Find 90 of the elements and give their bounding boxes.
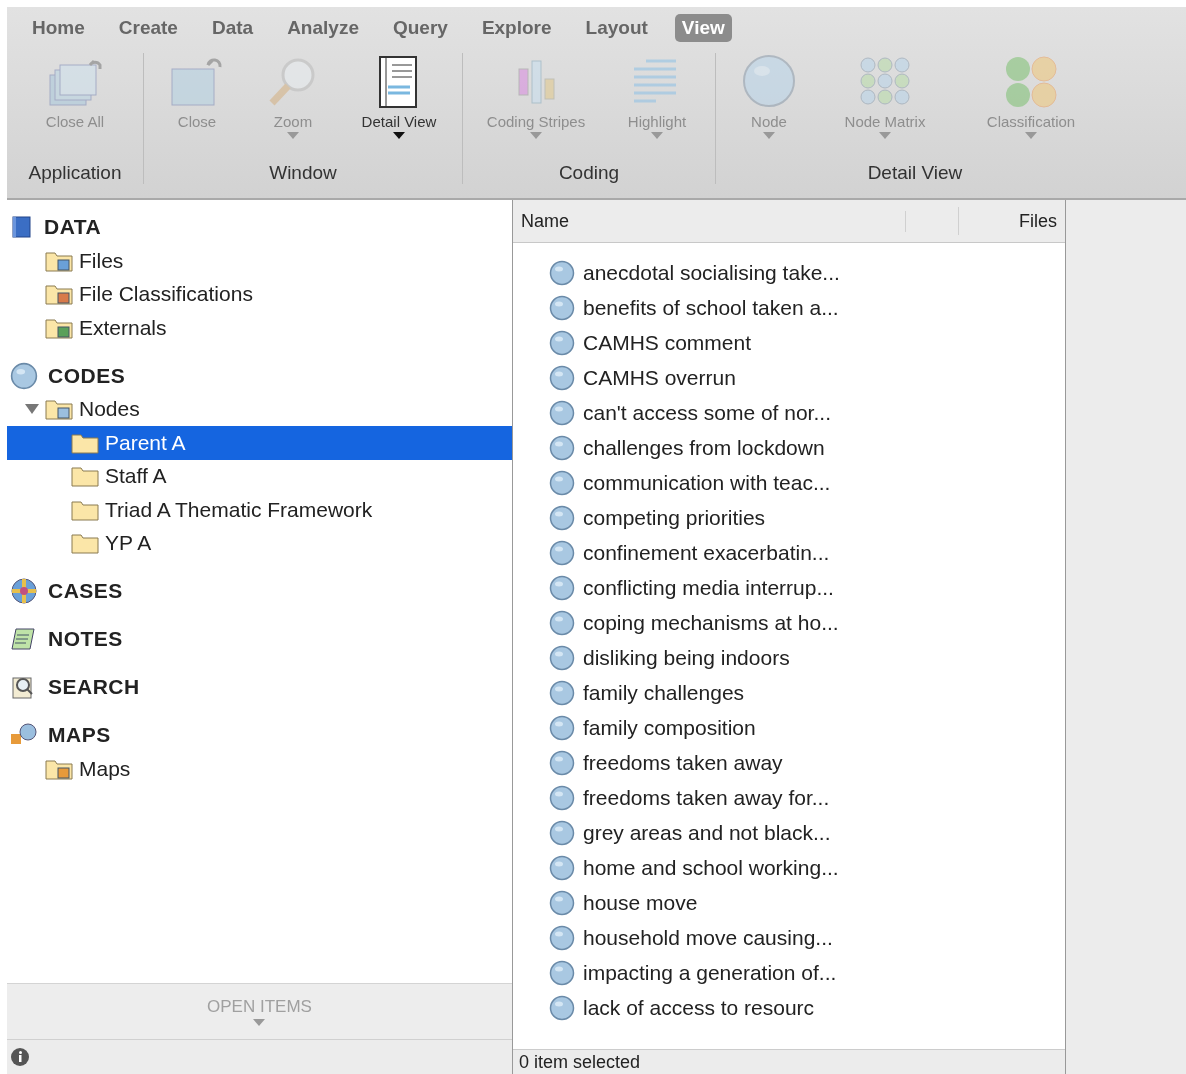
- node-icon: [549, 994, 575, 1021]
- case-icon: [10, 577, 38, 605]
- node-icon: [549, 469, 575, 496]
- ribbon-group-label: Coding: [558, 162, 620, 184]
- book-icon: [10, 215, 34, 239]
- node-icon: [549, 539, 575, 566]
- menu-tab[interactable]: Layout: [578, 14, 655, 42]
- node-name[interactable]: freedoms taken away: [583, 750, 783, 775]
- node-name[interactable]: family composition: [583, 715, 756, 740]
- node-icon: [549, 679, 575, 706]
- column-header[interactable]: Name: [513, 210, 906, 232]
- ribbon-group-label: Application: [28, 162, 122, 184]
- tree-item[interactable]: Staff A: [7, 459, 512, 493]
- node-name[interactable]: conflicting media interrup...: [583, 575, 834, 600]
- node-icon: [549, 714, 575, 741]
- tree-item[interactable]: Maps: [7, 752, 512, 786]
- node-name[interactable]: confinement exacerbatin...: [583, 540, 830, 565]
- node-icon: [549, 854, 575, 881]
- section-heading[interactable]: CASES: [48, 579, 123, 603]
- tree-item[interactable]: Externals: [7, 311, 512, 345]
- ribbon-group-label: Detail View: [867, 162, 963, 184]
- menu-tab[interactable]: Home: [25, 14, 92, 42]
- node-icon: [549, 434, 575, 461]
- node-name[interactable]: coping mechanisms at ho...: [583, 610, 839, 635]
- folder-icon: [45, 249, 73, 272]
- node-name[interactable]: challenges from lockdown: [583, 435, 825, 460]
- node-name[interactable]: freedoms taken away for...: [583, 785, 830, 810]
- notes-icon: [10, 626, 38, 652]
- node-name[interactable]: house move: [583, 890, 698, 915]
- node-name[interactable]: disliking being indoors: [583, 645, 790, 670]
- menu-tab[interactable]: Explore: [474, 14, 559, 42]
- menu-tab[interactable]: Analyze: [280, 14, 366, 42]
- node-icon: [549, 959, 575, 986]
- section-heading[interactable]: SEARCH: [48, 675, 140, 699]
- folder-icon: [45, 283, 73, 306]
- folder-icon: [45, 316, 73, 339]
- node-icon: [549, 294, 575, 321]
- disclosure-triangle-icon[interactable]: [25, 403, 39, 416]
- tree-item[interactable]: Triad A Thematic Framework: [7, 493, 512, 527]
- section-heading[interactable]: NOTES: [48, 627, 123, 651]
- node-name[interactable]: home and school working...: [583, 855, 839, 880]
- node-name[interactable]: communication with teac...: [583, 470, 831, 495]
- tree-item[interactable]: YP A: [7, 526, 512, 560]
- node-icon: [549, 259, 575, 286]
- node-icon: [549, 364, 575, 391]
- ribbon-group-label: Window: [269, 162, 337, 184]
- node-name[interactable]: family challenges: [583, 680, 745, 705]
- folder-icon: [71, 498, 99, 521]
- node-name[interactable]: benefits of school taken a...: [583, 295, 839, 320]
- dropdown-caret-icon: [253, 1018, 266, 1027]
- folder-icon: [45, 757, 73, 780]
- menu-tab[interactable]: Create: [111, 14, 185, 42]
- tree-item[interactable]: File Classifications: [7, 277, 512, 311]
- node-icon: [549, 574, 575, 601]
- ribbon-button[interactable]: Detail View: [344, 53, 454, 162]
- column-header[interactable]: Files: [959, 210, 1065, 232]
- node-icon: [549, 399, 575, 426]
- node-icon: [549, 609, 575, 636]
- info-icon[interactable]: [10, 1047, 30, 1067]
- node-name[interactable]: grey areas and not black...: [583, 820, 831, 845]
- node-name[interactable]: lack of access to resourc: [583, 995, 815, 1020]
- folder-icon: [71, 465, 99, 488]
- node-name[interactable]: impacting a generation of...: [583, 960, 837, 985]
- menu-tab[interactable]: Query: [385, 14, 455, 42]
- node-icon: [549, 329, 575, 356]
- tree-item[interactable]: Parent A: [7, 426, 512, 460]
- folder-icon: [45, 398, 73, 421]
- node-icon: [549, 889, 575, 916]
- section-heading[interactable]: CODES: [48, 363, 126, 388]
- node-icon: [549, 784, 575, 811]
- folder-icon: [71, 532, 99, 555]
- node-icon: [549, 644, 575, 671]
- section-heading[interactable]: MAPS: [48, 723, 111, 747]
- node-icon: [10, 361, 38, 390]
- tree-item[interactable]: Files: [7, 244, 512, 278]
- node-name[interactable]: can't access some of nor...: [583, 400, 831, 425]
- node-icon: [549, 819, 575, 846]
- menu-tab[interactable]: Data: [204, 14, 261, 42]
- tree-item[interactable]: Nodes: [7, 392, 512, 426]
- node-icon: [549, 504, 575, 531]
- folder-icon: [71, 431, 99, 454]
- node-name[interactable]: CAMHS comment: [583, 330, 752, 355]
- node-name[interactable]: competing priorities: [583, 505, 766, 530]
- node-name[interactable]: CAMHS overrun: [583, 365, 736, 390]
- node-name[interactable]: anecdotal socialising take...: [583, 260, 840, 285]
- selection-status: 0 item selected: [513, 1049, 1065, 1074]
- node-icon: [549, 924, 575, 951]
- section-heading[interactable]: DATA: [44, 215, 102, 239]
- node-name[interactable]: household move causing...: [583, 925, 833, 950]
- node-icon: [549, 749, 575, 776]
